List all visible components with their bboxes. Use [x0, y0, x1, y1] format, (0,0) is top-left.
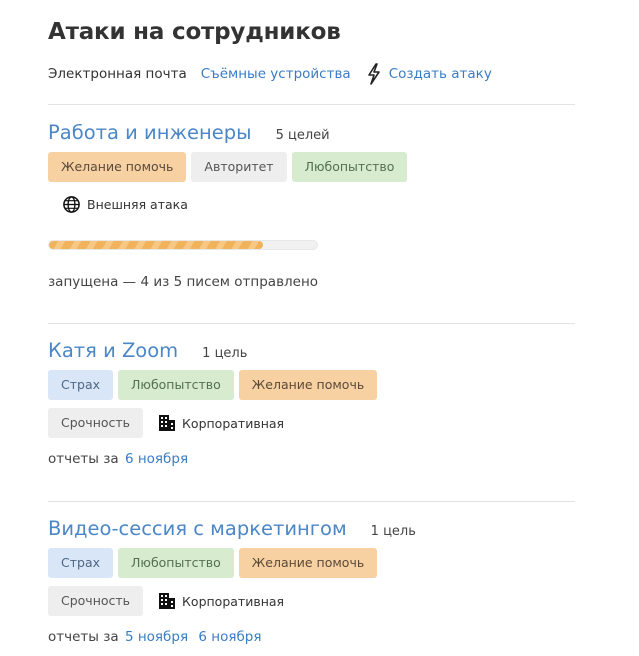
progress-bar — [48, 240, 318, 250]
source-label: Внешняя атака — [87, 197, 188, 212]
reports-row: отчеты за 5 ноября 6 ноября — [48, 629, 575, 645]
create-attack-link[interactable]: Создать атаку — [389, 66, 492, 82]
building-icon — [159, 415, 176, 431]
target-count: 1 цель — [370, 524, 416, 539]
reports-row: отчеты за 6 ноября — [48, 451, 575, 467]
report-link[interactable]: 5 ноября — [125, 629, 188, 645]
target-count: 1 цель — [202, 346, 248, 361]
attack-card: Катя и Zoom 1 цель Страх Любопытство Жел… — [48, 339, 575, 467]
nav-email[interactable]: Электронная почта — [48, 66, 187, 82]
page-title: Атаки на сотрудников — [48, 19, 341, 45]
attack-source: Корпоративная — [158, 592, 284, 610]
tag-list: Желание помочь Авторитет Любопытство — [48, 152, 575, 182]
tag-curiosity: Любопытство — [118, 548, 234, 578]
attack-card: Работа и инженеры 5 целей Желание помочь… — [48, 121, 575, 214]
tag-authority: Авторитет — [191, 152, 287, 182]
source-label: Корпоративная — [182, 593, 285, 609]
tag-help: Желание помочь — [238, 370, 378, 400]
tag-help: Желание помочь — [48, 152, 187, 182]
tag-curiosity: Любопытство — [291, 152, 408, 182]
nav-removable-devices[interactable]: Съёмные устройства — [201, 66, 351, 82]
attack-type-nav: Электронная почта Съёмные устройства Соз… — [48, 63, 492, 85]
source-label: Корпоративная — [182, 415, 285, 431]
reports-label: отчеты за — [48, 629, 119, 645]
attack-title[interactable]: Катя и Zoom — [48, 339, 178, 362]
tag-fear: Страх — [48, 548, 114, 578]
page: Атаки на сотрудников Электронная почта С… — [0, 0, 639, 656]
divider — [48, 323, 575, 324]
tag-curiosity: Любопытство — [118, 370, 234, 400]
divider — [48, 104, 575, 105]
tag-urgency: Срочность — [48, 586, 144, 616]
target-count: 5 целей — [275, 128, 330, 143]
attack-card: Видео-сессия с маркетингом 1 цель Страх … — [48, 517, 575, 645]
lightning-icon — [367, 63, 380, 85]
tag-list: Страх Любопытство Желание помочь — [48, 370, 575, 400]
attack-status: запущена — 4 из 5 писем отправлено — [48, 274, 319, 290]
building-icon — [159, 593, 176, 609]
tag-fear: Страх — [48, 370, 114, 400]
tag-urgency: Срочность — [48, 408, 144, 438]
attack-source: Корпоративная — [158, 414, 284, 432]
report-link[interactable]: 6 ноября — [125, 451, 188, 467]
attack-title[interactable]: Работа и инженеры — [48, 121, 252, 144]
reports-label: отчеты за — [48, 451, 119, 467]
tag-help: Желание помочь — [238, 548, 378, 578]
divider — [48, 501, 575, 502]
globe-icon — [63, 196, 80, 213]
tag-list: Страх Любопытство Желание помочь — [48, 548, 575, 578]
attack-title[interactable]: Видео-сессия с маркетингом — [48, 517, 347, 540]
report-link[interactable]: 6 ноября — [198, 629, 261, 645]
progress-fill — [49, 241, 264, 249]
attack-source: Внешняя атака — [62, 195, 575, 214]
